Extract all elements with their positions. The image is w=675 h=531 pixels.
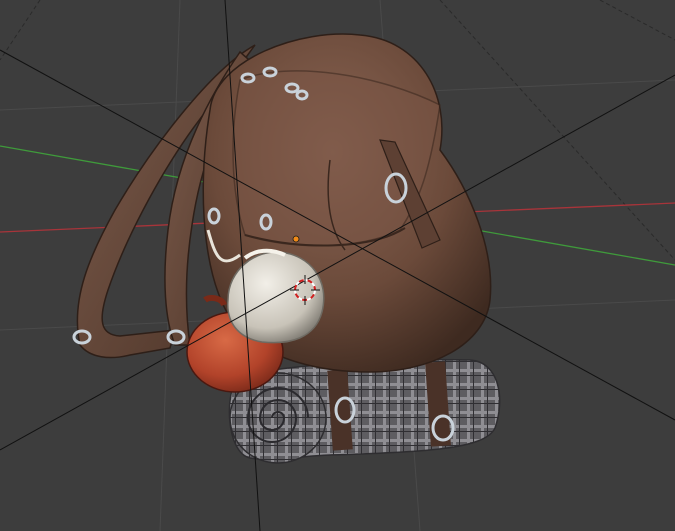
origin-dot [292,235,300,243]
3d-viewport[interactable] [0,0,675,531]
